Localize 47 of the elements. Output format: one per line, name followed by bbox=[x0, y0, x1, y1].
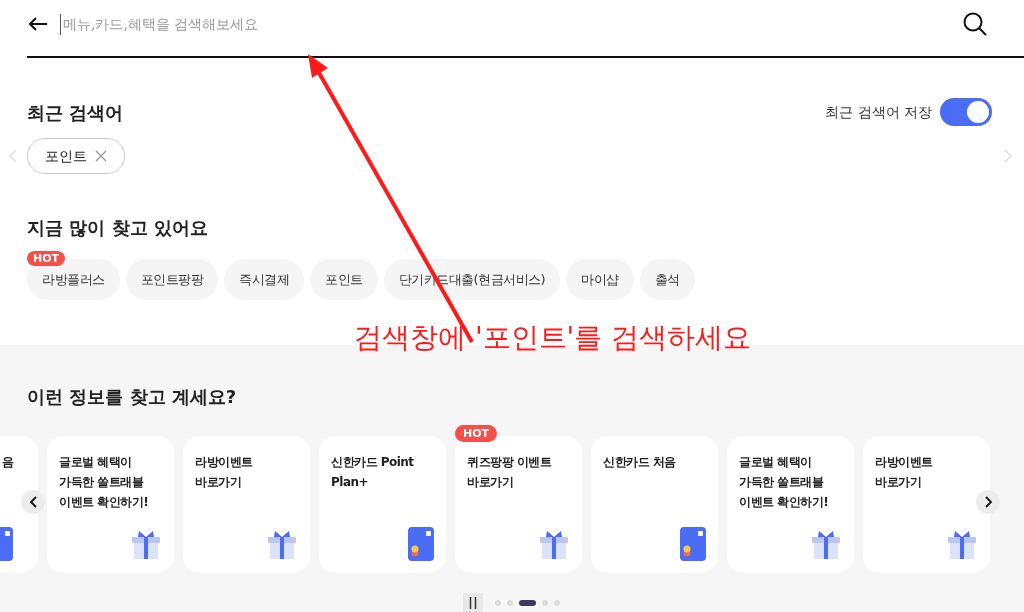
chevron-left-icon bbox=[29, 496, 37, 508]
card-title: 라방이벤트 바로가기 bbox=[875, 454, 934, 491]
back-arrow-icon[interactable] bbox=[28, 16, 48, 32]
section-title: 최근 검색어 bbox=[27, 100, 124, 125]
section-title: 지금 많이 찾고 있어요 bbox=[27, 217, 208, 238]
suggestion-card[interactable]: 퀴즈팡팡 이벤트 바로가기 bbox=[455, 436, 582, 573]
suggestion-card[interactable]: 라방이벤트 바로가기 bbox=[863, 436, 990, 573]
card-title: 퀴즈팡팡 이벤트 바로가기 bbox=[467, 454, 553, 491]
card-title: 신한카드 Point Plan+ bbox=[331, 454, 415, 491]
hot-badge: HOT bbox=[27, 251, 66, 266]
suggestion-card[interactable]: 글로벌 혜택이 가득한 쏠트래블 이벤트 확인하기! bbox=[727, 436, 854, 573]
pause-icon bbox=[468, 597, 477, 609]
annotation-text: 검색창에 '포인트'를 검색하세요 bbox=[354, 320, 752, 356]
card-icon bbox=[680, 527, 706, 561]
suggestion-card[interactable]: 신한카드 Point Plan+ bbox=[319, 436, 446, 573]
toggle-label: 최근 검색어 저장 bbox=[825, 102, 932, 122]
popular-chip[interactable]: 즉시결제 bbox=[224, 259, 304, 300]
gift-icon bbox=[946, 529, 978, 561]
card-title: 라방이벤트 바로가기 bbox=[195, 454, 254, 491]
previous-button[interactable] bbox=[21, 490, 45, 514]
chevron-right-icon bbox=[984, 496, 992, 508]
section-title: 이런 정보를 찾고 계세요? bbox=[27, 386, 237, 407]
close-icon[interactable] bbox=[95, 150, 107, 162]
card-title: 글로벌 혜택이 가득한 쏠트래블 이벤트 확인하기! bbox=[59, 454, 150, 511]
card-title: 신한카드 처음 bbox=[603, 454, 677, 471]
suggestion-card[interactable]: 신한카드 처음 bbox=[591, 436, 718, 573]
hot-badge: HOT bbox=[455, 425, 498, 442]
popular-chip[interactable]: 마이샵 bbox=[566, 259, 634, 300]
search-field[interactable]: 메뉴,카드,혜택을 검색해보세요 bbox=[60, 13, 962, 35]
pause-button[interactable] bbox=[462, 593, 483, 612]
gift-icon bbox=[810, 529, 842, 561]
card-title: 글로벌 혜택이 가득한 쏠트래블 이벤트 확인하기! bbox=[739, 454, 830, 511]
popular-chip[interactable]: 포인트팡팡 bbox=[125, 259, 218, 300]
card-icon bbox=[408, 527, 434, 561]
suggestion-card[interactable]: 라방이벤트 바로가기 bbox=[183, 436, 310, 573]
toggle-switch[interactable] bbox=[940, 98, 992, 126]
next-button[interactable] bbox=[976, 490, 1000, 514]
gift-icon bbox=[538, 529, 570, 561]
gift-icon bbox=[130, 529, 162, 561]
suggestion-card[interactable]: 글로벌 혜택이 가득한 쏠트래블 이벤트 확인하기! bbox=[47, 436, 174, 573]
popular-chip[interactable]: 포인트 bbox=[310, 259, 378, 300]
popular-chip[interactable]: 출석 bbox=[639, 259, 695, 300]
suggestion-card[interactable]: 음 bbox=[0, 436, 38, 573]
card-title: 음 bbox=[1, 454, 13, 471]
gift-icon bbox=[266, 529, 298, 561]
chip-label: 포인트 bbox=[45, 146, 87, 166]
search-icon[interactable] bbox=[962, 11, 988, 37]
